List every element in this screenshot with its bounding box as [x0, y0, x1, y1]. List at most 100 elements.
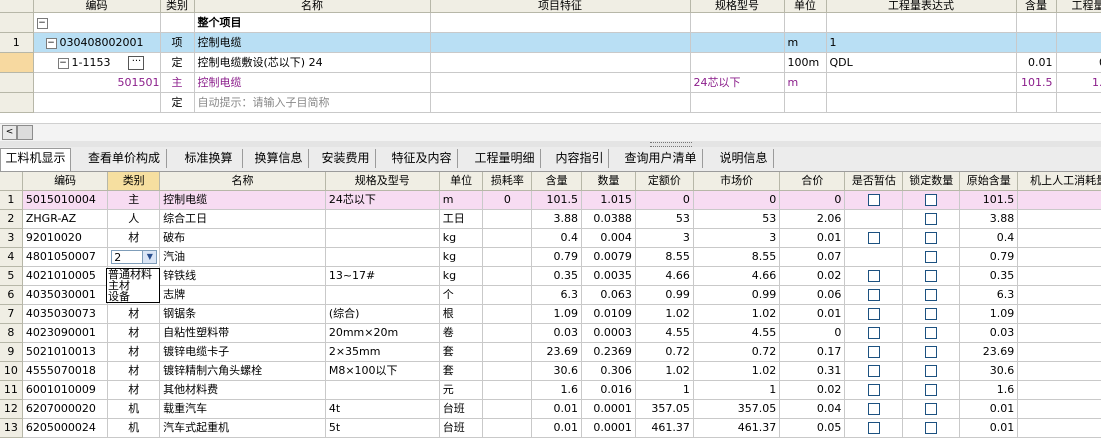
name-cell[interactable]: 综合工日	[159, 209, 326, 229]
provisional-checkbox-cell[interactable]	[844, 418, 904, 438]
header-unit[interactable]: 单位	[784, 0, 827, 13]
total-cell[interactable]: 0	[779, 190, 846, 210]
loss-cell[interactable]	[482, 380, 533, 400]
feature-cell[interactable]	[430, 12, 691, 33]
quota-price-cell[interactable]: 461.37	[635, 418, 694, 438]
market-price-cell[interactable]: 357.05	[693, 399, 781, 419]
unit-cell[interactable]: 工日	[439, 209, 484, 229]
table-row[interactable]: 9 5021010013 材镀锌电缆卡子 2×35mm 套 23.69 0.2369 0.72…	[0, 342, 1101, 362]
header-expr[interactable]: 工程量表达式	[826, 0, 1017, 13]
qty-cell[interactable]: 0.004	[581, 228, 636, 248]
name-cell[interactable]: 镀锌电缆卡子	[159, 342, 326, 362]
content-cell[interactable]: 0.4	[531, 228, 583, 248]
provisional-checkbox-cell[interactable]	[844, 209, 904, 229]
provisional-checkbox-cell[interactable]	[844, 380, 904, 400]
spec-cell[interactable]: 20mm×20m	[325, 323, 440, 343]
header-market-price[interactable]: 市场价	[693, 172, 781, 191]
type-cell[interactable]: 项	[160, 32, 195, 53]
provisional-checkbox[interactable]	[867, 365, 880, 377]
lock-qty-checkbox-cell[interactable]	[902, 285, 961, 305]
lock-qty-checkbox[interactable]	[925, 384, 938, 396]
table-row-quota[interactable]: −1-1153 ··· 定 控制电缆敷设(芯以下) 24 100m QDL 0.0…	[0, 52, 1101, 73]
type-cell[interactable]: 材	[107, 304, 161, 324]
qty-cell[interactable]: 0.0388	[581, 209, 636, 229]
quota-price-cell[interactable]: 0	[635, 190, 694, 210]
original-content-cell[interactable]: 0.03	[959, 323, 1019, 343]
loss-cell[interactable]	[482, 323, 533, 343]
feature-cell[interactable]	[430, 52, 691, 73]
code-cell[interactable]: ZHGR-AZ	[22, 209, 109, 229]
lock-qty-checkbox[interactable]	[925, 289, 938, 301]
header-code[interactable]: 编码	[33, 0, 161, 13]
expr-cell[interactable]	[826, 12, 1017, 33]
feature-cell[interactable]	[430, 32, 691, 53]
lock-qty-checkbox-cell[interactable]	[902, 361, 961, 381]
unit-cell[interactable]	[784, 92, 827, 113]
table-row[interactable]: 6 4035030001 志牌个 6.3 0.063 0.99 0.99 0.06 6.3	[0, 285, 1101, 305]
spec-cell[interactable]	[325, 247, 440, 267]
quota-price-cell[interactable]: 4.66	[635, 266, 694, 286]
content-cell[interactable]: 0.01	[531, 418, 583, 438]
market-price-cell[interactable]: 0.72	[693, 342, 781, 362]
provisional-checkbox[interactable]	[867, 270, 880, 282]
total-cell[interactable]: 0.04	[779, 399, 846, 419]
original-content-cell[interactable]: 6.3	[959, 285, 1019, 305]
unit-cell[interactable]: 根	[439, 304, 484, 324]
collapse-icon[interactable]: −	[36, 17, 48, 29]
content-cell[interactable]: 1.09	[531, 304, 583, 324]
lock-qty-checkbox[interactable]	[925, 213, 938, 225]
type-cell[interactable]	[160, 12, 195, 33]
provisional-checkbox[interactable]	[867, 289, 880, 301]
type-cell[interactable]: 人	[107, 209, 161, 229]
original-content-cell[interactable]: 30.6	[959, 361, 1019, 381]
machine-labor-cell[interactable]	[1017, 342, 1101, 362]
spec-cell[interactable]: 24芯以下	[690, 72, 785, 93]
code-cell[interactable]: 6207000020	[22, 399, 109, 419]
machine-labor-cell[interactable]	[1017, 228, 1101, 248]
table-row-material[interactable]: 5015010004 主 控制电缆 24芯以下 m 101.5 1.01	[0, 72, 1101, 93]
quota-price-cell[interactable]: 0.72	[635, 342, 694, 362]
horizontal-scrollbar[interactable]: <	[0, 123, 1101, 141]
qty-cell[interactable]: 1.015	[581, 190, 636, 210]
loss-cell[interactable]	[482, 209, 533, 229]
content-cell[interactable]: 0.01	[531, 399, 583, 419]
original-content-cell[interactable]: 1.6	[959, 380, 1019, 400]
qty-cell[interactable]: 0.0	[1056, 52, 1101, 73]
qty-cell[interactable]: 0.0003	[581, 323, 636, 343]
header-qty[interactable]: 工程量	[1056, 0, 1101, 13]
scroll-left-icon[interactable]: <	[2, 125, 17, 140]
chevron-down-icon[interactable]: ▼	[142, 251, 157, 263]
market-price-cell[interactable]: 8.55	[693, 247, 781, 267]
total-cell[interactable]: 0.02	[779, 380, 846, 400]
header-spec[interactable]: 规格型号	[690, 0, 785, 13]
lock-qty-checkbox-cell[interactable]	[902, 209, 961, 229]
machine-labor-cell[interactable]	[1017, 247, 1101, 267]
content-cell[interactable]: 101.5	[1016, 72, 1057, 93]
spec-cell[interactable]: 5t	[325, 418, 440, 438]
header-content[interactable]: 含量	[1016, 0, 1057, 13]
code-cell[interactable]	[33, 92, 161, 113]
type-cell[interactable]: 材	[107, 228, 161, 248]
provisional-checkbox[interactable]	[867, 232, 880, 244]
code-cell[interactable]: 4021010005	[22, 266, 109, 286]
market-price-cell[interactable]: 461.37	[693, 418, 781, 438]
spec-cell[interactable]	[690, 92, 785, 113]
quota-price-cell[interactable]: 1.02	[635, 361, 694, 381]
original-content-cell[interactable]: 23.69	[959, 342, 1019, 362]
code-cell[interactable]: −	[33, 12, 161, 33]
original-content-cell[interactable]: 0.01	[959, 399, 1019, 419]
provisional-checkbox[interactable]	[867, 194, 880, 206]
content-cell[interactable]	[1016, 92, 1057, 113]
loss-cell[interactable]	[482, 418, 533, 438]
unit-cell[interactable]: 100m	[784, 52, 827, 73]
tab-unit-price[interactable]: 查看单价构成	[82, 149, 167, 168]
table-row-bill[interactable]: 1 −030408002001 项 控制电缆 m 1	[0, 32, 1101, 53]
lock-qty-checkbox-cell[interactable]	[902, 380, 961, 400]
code-cell[interactable]: 5015010004	[22, 190, 109, 210]
lock-qty-checkbox[interactable]	[925, 194, 938, 206]
lock-qty-checkbox[interactable]	[925, 308, 938, 320]
market-price-cell[interactable]: 53	[693, 209, 781, 229]
quota-price-cell[interactable]: 1.02	[635, 304, 694, 324]
machine-labor-cell[interactable]	[1017, 209, 1101, 229]
total-cell[interactable]: 0.01	[779, 228, 846, 248]
